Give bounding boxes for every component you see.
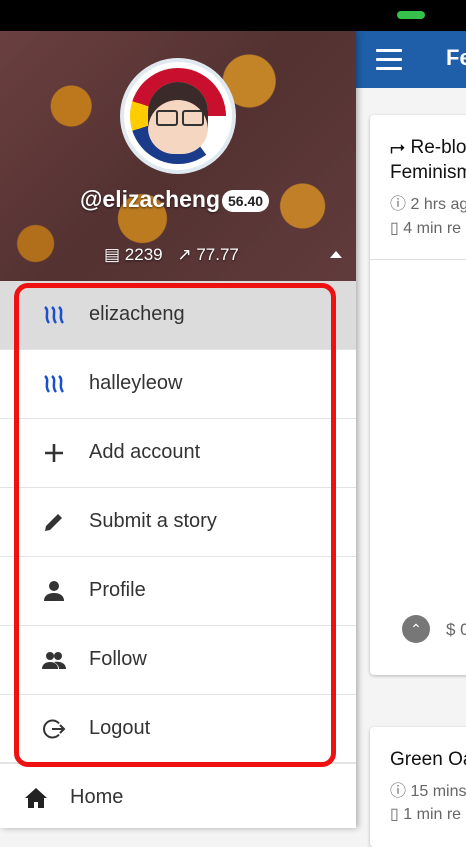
submit-story-button[interactable]: Submit a story xyxy=(0,488,356,557)
account-item-halleyleow[interactable]: halleyleow xyxy=(0,350,356,419)
profile-button[interactable]: Profile xyxy=(0,557,356,626)
add-account-button[interactable]: Add account xyxy=(0,419,356,488)
read-time: ▯ 1 min re xyxy=(390,806,462,823)
payout-value: $ 0 xyxy=(446,620,466,639)
username: @elizacheng xyxy=(80,186,221,212)
reputation-badge: 56.40 xyxy=(222,190,270,212)
nav-item-home[interactable]: Home xyxy=(0,762,356,828)
book-icon: ▯ xyxy=(390,220,399,237)
steem-icon xyxy=(44,306,65,324)
reblog-icon: ⮣ xyxy=(390,137,406,158)
account-stats: ▤ 2239 ↗ 77.77 xyxy=(104,245,239,265)
plus-icon xyxy=(45,444,63,462)
divider xyxy=(370,259,466,260)
pencil-icon xyxy=(45,514,62,531)
post-card[interactable]: ⮣ Re-blo Feminism ⓘ 2 hrs ag ▯ 4 min re … xyxy=(370,115,466,675)
menu-label: halleyleow xyxy=(89,372,183,394)
logout-button[interactable]: Logout xyxy=(0,695,356,764)
app-title: Fe xyxy=(446,45,466,70)
logout-icon xyxy=(43,719,66,739)
book-icon: ▯ xyxy=(390,806,399,823)
menu-label: Follow xyxy=(89,648,147,670)
menu-label: elizacheng xyxy=(89,303,185,325)
reblog-label: ⮣ Re-blo xyxy=(390,137,466,158)
menu-label: Profile xyxy=(89,579,146,601)
drawer-header: @elizacheng 56.40 ▤ 2239 ↗ 77.77 xyxy=(0,31,356,281)
read-time: ▯ 4 min re xyxy=(390,220,462,237)
menu-icon[interactable] xyxy=(376,49,402,71)
post-time: ⓘ 15 mins xyxy=(390,783,466,800)
navigation-drawer: @elizacheng 56.40 ▤ 2239 ↗ 77.77 elizach… xyxy=(0,31,356,828)
app-bar: Fe xyxy=(356,31,466,88)
person-icon xyxy=(44,581,64,601)
status-bar xyxy=(0,0,466,31)
avatar[interactable] xyxy=(120,58,236,174)
post-title[interactable]: Feminism xyxy=(390,162,466,184)
clock-icon: ⓘ xyxy=(390,783,407,800)
nav-label: Home xyxy=(70,786,124,808)
post-time: ⓘ 2 hrs ag xyxy=(390,196,466,213)
upvote-icon[interactable]: ⌃ xyxy=(402,615,430,643)
voting-power: 77.77 xyxy=(196,245,239,264)
people-icon xyxy=(42,652,66,669)
menu-label: Logout xyxy=(89,717,151,739)
menu-label: Submit a story xyxy=(89,510,217,532)
clock-icon: ⓘ xyxy=(390,196,407,213)
follow-button[interactable]: Follow xyxy=(0,626,356,695)
account-menu: elizacheng halleyleow Add account Submit… xyxy=(0,281,356,764)
home-icon xyxy=(25,788,47,808)
steem-icon xyxy=(44,375,65,393)
account-item-elizacheng[interactable]: elizacheng xyxy=(0,281,356,350)
post-card[interactable]: Green Oa ⓘ 15 mins ▯ 1 min re xyxy=(370,727,466,847)
collapse-caret-icon[interactable] xyxy=(330,251,342,258)
trend-icon: ↗ xyxy=(177,245,192,264)
post-title[interactable]: Green Oa xyxy=(390,749,466,771)
posts-icon: ▤ xyxy=(104,245,121,264)
menu-label: Add account xyxy=(89,441,201,463)
battery-icon xyxy=(397,11,425,19)
posts-count: 2239 xyxy=(124,245,163,264)
